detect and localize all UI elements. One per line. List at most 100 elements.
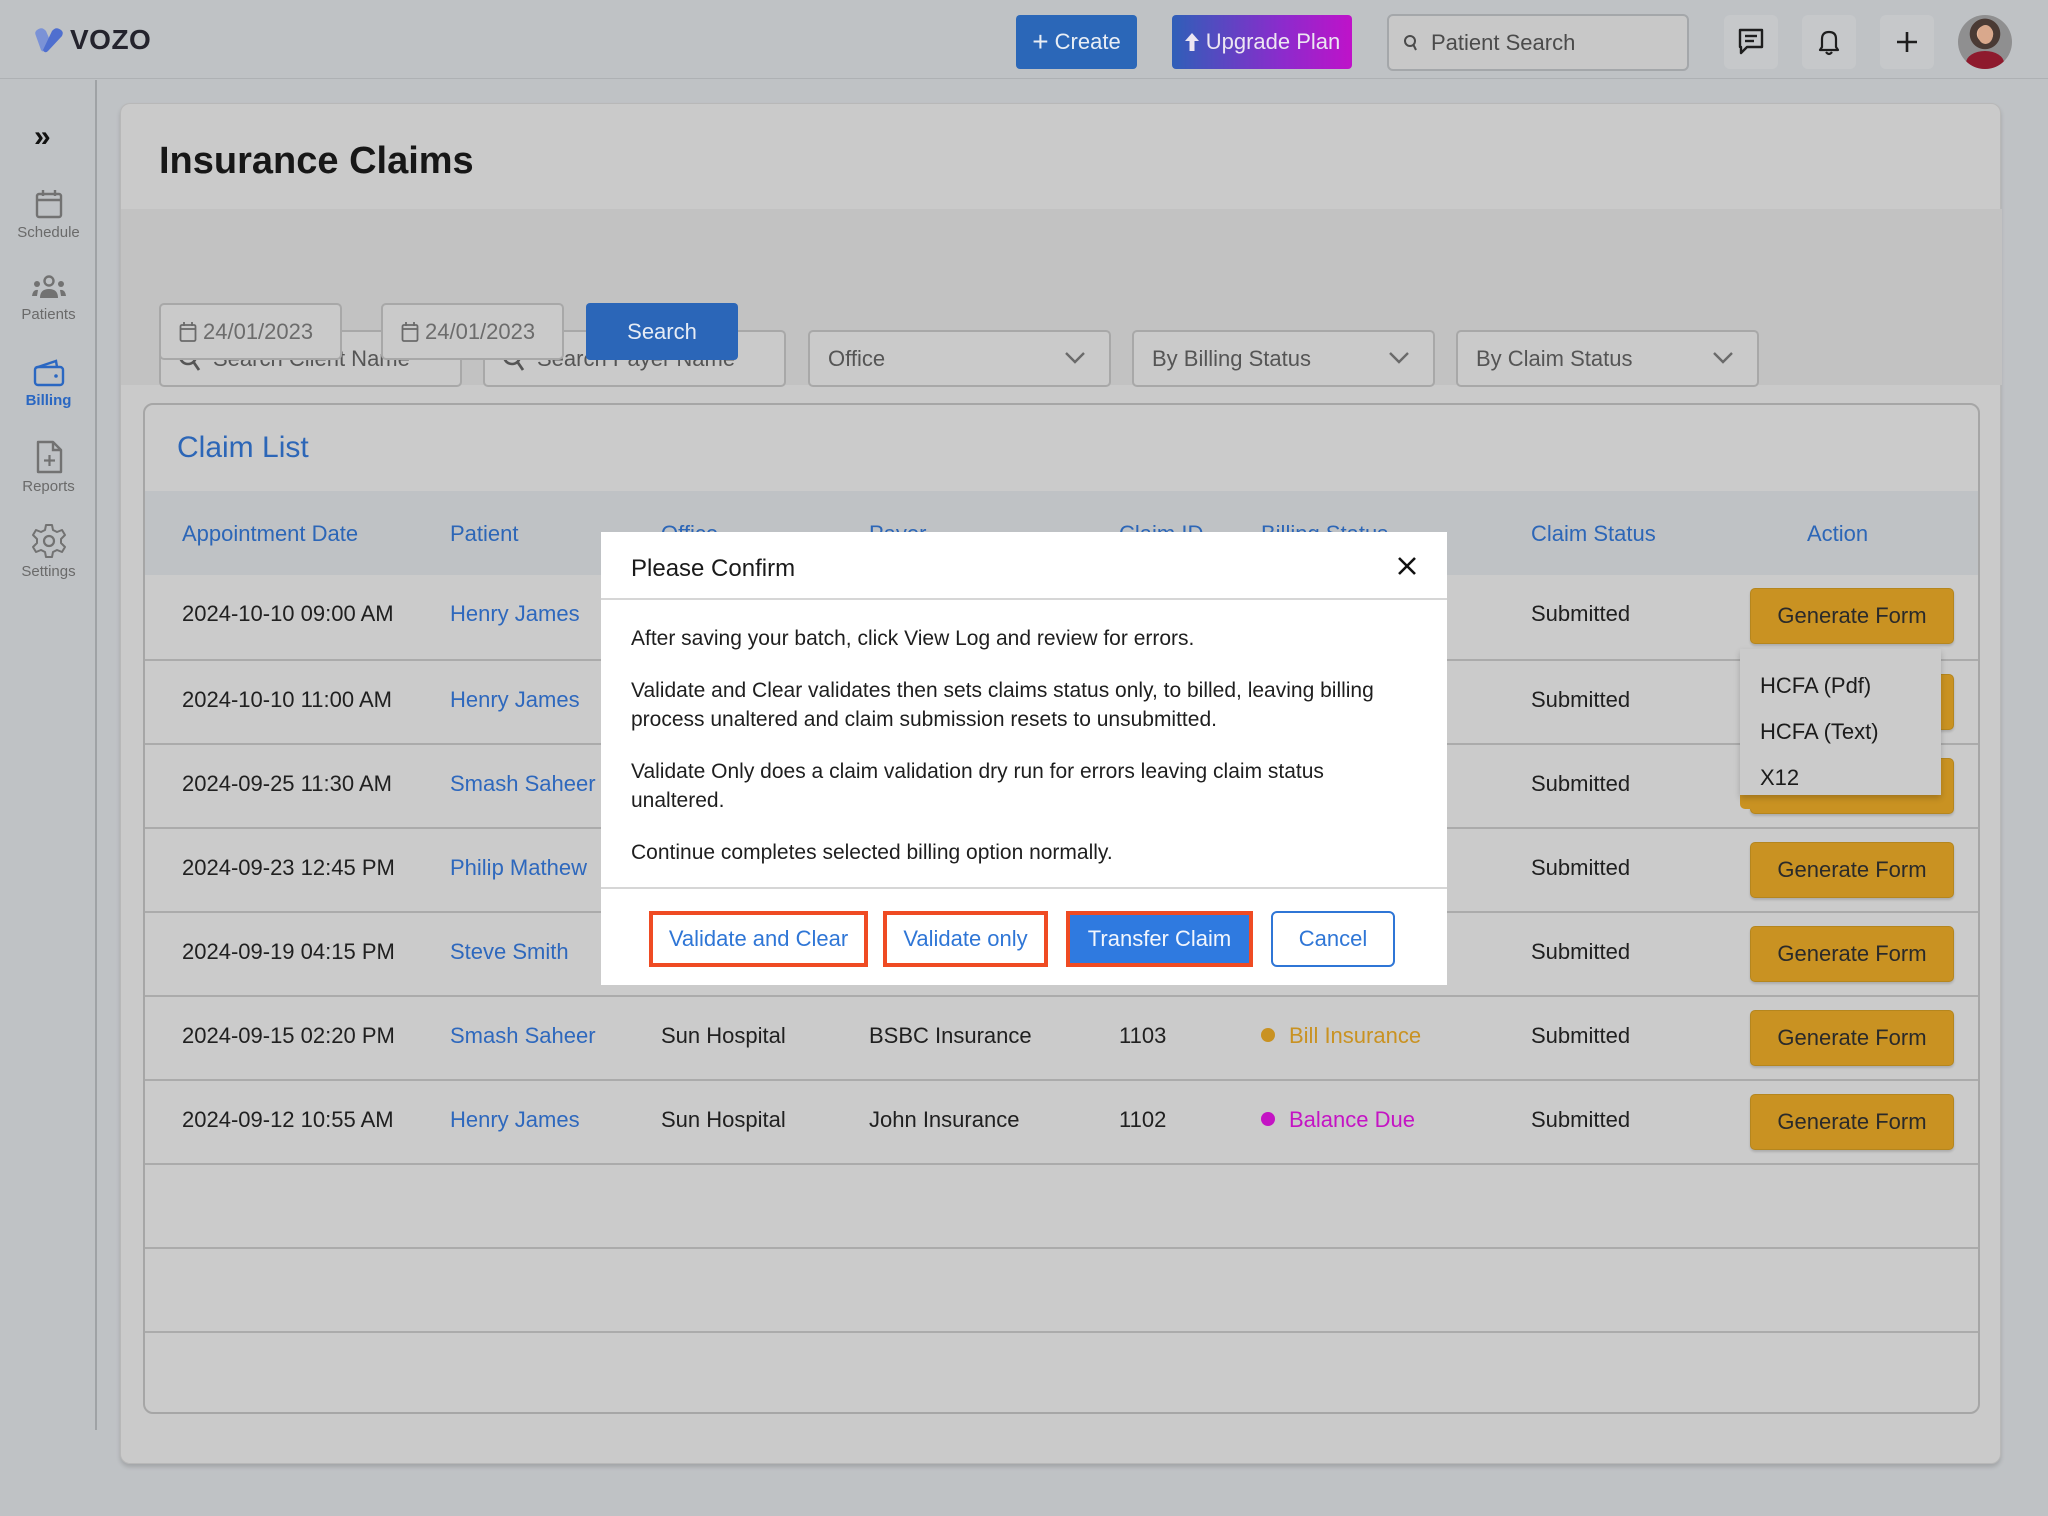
- date-to-input[interactable]: 24/01/2023: [381, 303, 564, 360]
- transfer-claim-button[interactable]: Transfer Claim: [1066, 911, 1253, 967]
- brand-name: VOZO: [70, 24, 152, 55]
- sidebar-item-settings[interactable]: Settings: [0, 523, 97, 580]
- sidebar-item-patients[interactable]: Patients: [0, 274, 97, 323]
- calendar-icon: [179, 321, 197, 342]
- validate-only-button[interactable]: Validate only: [883, 911, 1048, 967]
- patient-link[interactable]: Henry James: [450, 601, 580, 627]
- generate-form-menu: HCFA (Pdf) HCFA (Text) X12: [1740, 649, 1941, 795]
- dialog-paragraph: Validate and Clear validates then sets c…: [631, 679, 1374, 731]
- appointment-date-cell: 2024-10-10 09:00 AM: [182, 601, 394, 626]
- appointment-date-cell: 2024-09-12 10:55 AM: [182, 1107, 394, 1132]
- generate-form-button[interactable]: Generate Form: [1750, 1094, 1954, 1150]
- quick-add-button[interactable]: [1880, 15, 1934, 69]
- patient-link[interactable]: Steve Smith: [450, 939, 569, 965]
- sidebar-item-label: Settings: [21, 563, 76, 580]
- payer-cell: John Insurance: [869, 1107, 1020, 1132]
- column-header-claim-status[interactable]: Claim Status: [1531, 521, 1656, 547]
- menu-item-hcfa-pdf[interactable]: HCFA (Pdf): [1740, 663, 1941, 709]
- empty-table-row: [145, 1163, 1978, 1247]
- dialog-paragraph: Continue completes selected billing opti…: [631, 841, 1113, 864]
- chevron-down-icon: [1389, 352, 1409, 364]
- appointment-date-cell: 2024-10-10 11:00 AM: [182, 687, 392, 712]
- messages-button[interactable]: [1724, 15, 1778, 69]
- status-dot-icon: [1261, 1112, 1275, 1127]
- wallet-icon: [33, 359, 64, 387]
- claim-status-select-value: By Claim Status: [1476, 345, 1633, 371]
- empty-table-row: [145, 1247, 1978, 1331]
- billing-status-label: Balance Due: [1289, 1107, 1415, 1132]
- claim-id-cell: 1102: [1119, 1107, 1167, 1132]
- bell-icon: [1818, 30, 1840, 56]
- dialog-header: Please Confirm: [601, 532, 1447, 600]
- cancel-button[interactable]: Cancel: [1271, 911, 1395, 967]
- gear-icon: [31, 524, 66, 558]
- status-dot-icon: [1261, 1028, 1275, 1043]
- avatar[interactable]: [1958, 15, 2012, 69]
- create-label: Create: [1054, 29, 1121, 54]
- empty-table-row: [145, 1331, 1978, 1412]
- generate-form-button[interactable]: Generate Form: [1750, 1010, 1954, 1066]
- patient-link[interactable]: Philip Mathew: [450, 855, 587, 881]
- sidebar-item-label: Reports: [22, 478, 75, 495]
- patient-link[interactable]: Smash Saheer: [450, 1023, 596, 1049]
- logo-heart-icon: [35, 28, 63, 53]
- sidebar: » Schedule Patients Billing Reports Sett…: [0, 80, 97, 1430]
- patient-link[interactable]: Henry James: [450, 687, 580, 713]
- patient-link[interactable]: Smash Saheer: [450, 771, 596, 797]
- menu-item-hcfa-text[interactable]: HCFA (Text): [1740, 709, 1941, 755]
- claim-status-select[interactable]: By Claim Status: [1456, 330, 1759, 387]
- upgrade-label: Upgrade Plan: [1205, 29, 1341, 54]
- top-bar: VOZO + Create Upgrade Plan Patient Searc…: [0, 0, 2048, 79]
- chevron-down-icon: [1065, 352, 1085, 364]
- billing-status-cell: Bill Insurance: [1261, 1023, 1421, 1049]
- menu-item-x12[interactable]: X12: [1740, 755, 1941, 801]
- message-icon: [1738, 28, 1764, 55]
- billing-status-cell: Balance Due: [1261, 1107, 1415, 1133]
- billing-status-select-value: By Billing Status: [1152, 345, 1311, 371]
- appointment-date-cell: 2024-09-23 12:45 PM: [182, 855, 395, 880]
- file-plus-icon: [36, 440, 62, 474]
- patient-search-placeholder: Patient Search: [1431, 29, 1576, 55]
- arrow-up-icon: [1184, 33, 1199, 51]
- dialog-paragraph: After saving your batch, click View Log …: [631, 627, 1195, 650]
- sidebar-item-billing[interactable]: Billing: [0, 358, 97, 409]
- close-icon[interactable]: [1395, 554, 1419, 578]
- billing-status-label: Bill Insurance: [1289, 1023, 1422, 1048]
- validate-and-clear-button[interactable]: Validate and Clear: [649, 911, 868, 967]
- generate-form-button[interactable]: Generate Form: [1750, 842, 1954, 898]
- office-cell: Sun Hospital: [661, 1023, 786, 1048]
- dialog-title: Please Confirm: [631, 555, 796, 582]
- logo[interactable]: VOZO: [34, 24, 151, 56]
- appointment-date-cell: 2024-09-19 04:15 PM: [182, 939, 395, 964]
- search-icon: [1404, 34, 1417, 50]
- billing-status-select[interactable]: By Billing Status: [1132, 330, 1435, 387]
- date-to-value: 24/01/2023: [425, 318, 536, 344]
- sidebar-item-reports[interactable]: Reports: [0, 440, 97, 495]
- office-select[interactable]: Office: [808, 330, 1111, 387]
- payer-cell: BSBC Insurance: [869, 1023, 1032, 1048]
- column-header-patient[interactable]: Patient: [450, 521, 519, 547]
- search-button[interactable]: Search: [586, 303, 738, 360]
- office-cell: Sun Hospital: [661, 1107, 786, 1132]
- dialog-body: After saving your batch, click View Log …: [631, 624, 1421, 890]
- patient-search-input[interactable]: Patient Search: [1387, 14, 1689, 71]
- dialog-footer: Validate and Clear Validate only Transfe…: [601, 887, 1447, 985]
- generate-form-button[interactable]: Generate Form: [1750, 588, 1954, 644]
- double-chevron-right-icon[interactable]: »: [34, 120, 51, 154]
- plus-icon: [1897, 32, 1917, 52]
- claim-status-cell: Submitted: [1531, 601, 1631, 626]
- sidebar-item-schedule[interactable]: Schedule: [0, 188, 97, 241]
- upgrade-plan-button[interactable]: Upgrade Plan: [1172, 15, 1352, 69]
- column-header-appointment-date[interactable]: Appointment Date: [182, 521, 358, 547]
- confirm-dialog: Please Confirm After saving your batch, …: [601, 532, 1447, 985]
- date-from-input[interactable]: 24/01/2023: [159, 303, 342, 360]
- table-row: 2024-09-12 10:55 AM Henry James Sun Hospit…: [145, 1079, 1978, 1163]
- appointment-date-cell: 2024-09-25 11:30 AM: [182, 771, 392, 796]
- generate-form-button[interactable]: Generate Form: [1750, 926, 1954, 982]
- date-from-value: 24/01/2023: [203, 318, 314, 344]
- create-button[interactable]: + Create: [1016, 15, 1137, 69]
- patient-link[interactable]: Henry James: [450, 1107, 580, 1133]
- office-select-value: Office: [828, 345, 886, 371]
- notifications-button[interactable]: [1802, 15, 1856, 69]
- claim-status-cell: Submitted: [1531, 939, 1631, 964]
